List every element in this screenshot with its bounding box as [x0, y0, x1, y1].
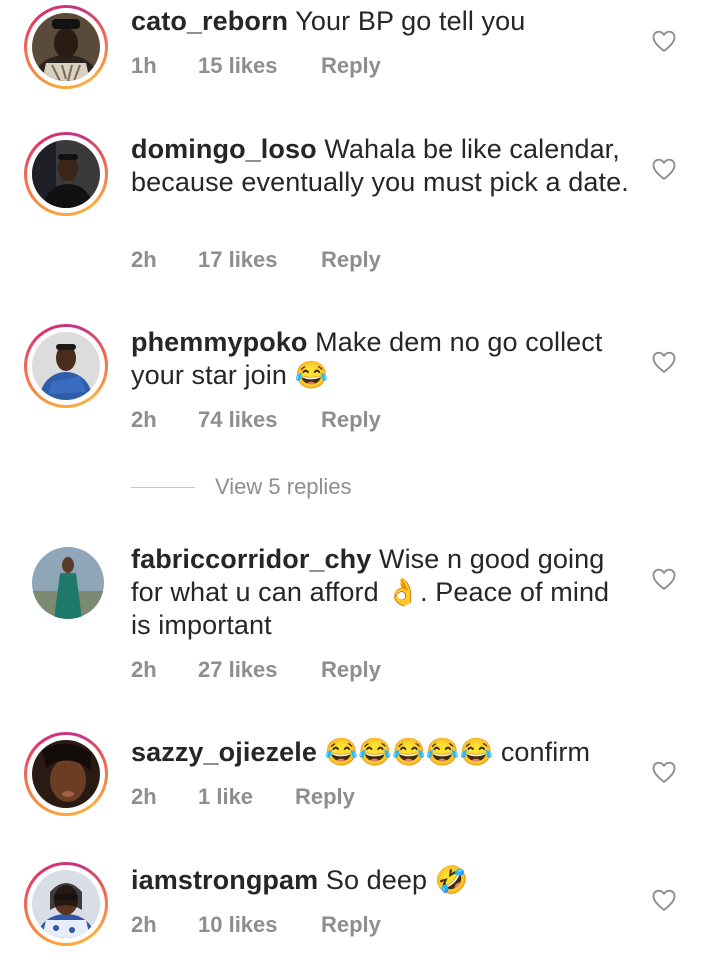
avatar[interactable] [32, 547, 104, 619]
comment-text: phemmypoko Make dem no go collect your s… [131, 326, 631, 392]
comment-body: Your BP go tell you [295, 6, 526, 36]
comment-body: So deep 🤣 [325, 865, 469, 895]
comment-meta: 2h 1 like Reply [131, 784, 355, 810]
comment-time: 2h [131, 784, 157, 809]
comment-text: cato_reborn Your BP go tell you [131, 5, 631, 38]
avatar[interactable] [24, 324, 108, 408]
avatar-image [32, 13, 100, 81]
view-replies-label[interactable]: View 5 replies [215, 474, 352, 500]
comment-meta: 1h 15 likes Reply [131, 53, 381, 79]
avatar-image [32, 870, 100, 938]
comment-time: 2h [131, 407, 157, 432]
comment-meta: 2h 27 likes Reply [131, 657, 381, 683]
heart-outline-icon[interactable] [650, 155, 678, 183]
comment-username[interactable]: iamstrongpam [131, 865, 318, 895]
avatar[interactable] [24, 732, 108, 816]
comment-likes[interactable]: 74 likes [198, 407, 321, 433]
comment-likes[interactable]: 15 likes [198, 53, 321, 79]
comment-username[interactable]: sazzy_ojiezele [131, 737, 317, 767]
comment-username[interactable]: fabriccorridor_chy [131, 544, 371, 574]
comment-likes[interactable]: 10 likes [198, 912, 321, 938]
avatar[interactable] [24, 5, 108, 89]
reply-button[interactable]: Reply [321, 407, 381, 433]
comment-time: 2h [131, 247, 157, 272]
avatar-image [32, 332, 100, 400]
comment-meta: 2h 17 likes Reply [131, 247, 381, 273]
heart-outline-icon[interactable] [650, 565, 678, 593]
comment-meta: 2h 10 likes Reply [131, 912, 381, 938]
heart-outline-icon[interactable] [650, 348, 678, 376]
avatar-image [32, 740, 100, 808]
comment-username[interactable]: phemmypoko [131, 327, 308, 357]
comment-time: 1h [131, 53, 157, 78]
reply-button[interactable]: Reply [321, 657, 381, 683]
reply-button[interactable]: Reply [321, 53, 381, 79]
comment-body: 😂😂😂😂😂 confirm [324, 737, 591, 767]
comment-time: 2h [131, 912, 157, 937]
comment-likes[interactable]: 27 likes [198, 657, 321, 683]
comment-text: fabriccorridor_chy Wise n good going for… [131, 543, 631, 642]
heart-outline-icon[interactable] [650, 758, 678, 786]
comment-username[interactable]: cato_reborn [131, 6, 288, 36]
comment-meta: 2h 74 likes Reply [131, 407, 381, 433]
comment-text: iamstrongpam So deep 🤣 [131, 864, 631, 897]
avatar[interactable] [24, 862, 108, 946]
comment-time: 2h [131, 657, 157, 682]
avatar-image [32, 140, 100, 208]
comment-text: domingo_loso Wahala be like calendar, be… [131, 133, 631, 199]
reply-button[interactable]: Reply [321, 912, 381, 938]
comment-text: sazzy_ojiezele 😂😂😂😂😂 confirm [131, 736, 631, 769]
reply-button[interactable]: Reply [295, 784, 355, 810]
avatar[interactable] [24, 132, 108, 216]
heart-outline-icon[interactable] [650, 27, 678, 55]
comment-likes[interactable]: 1 like [198, 784, 295, 810]
comment-username[interactable]: domingo_loso [131, 134, 317, 164]
replies-divider [131, 487, 195, 488]
heart-outline-icon[interactable] [650, 886, 678, 914]
comment-likes[interactable]: 17 likes [198, 247, 321, 273]
reply-button[interactable]: Reply [321, 247, 381, 273]
